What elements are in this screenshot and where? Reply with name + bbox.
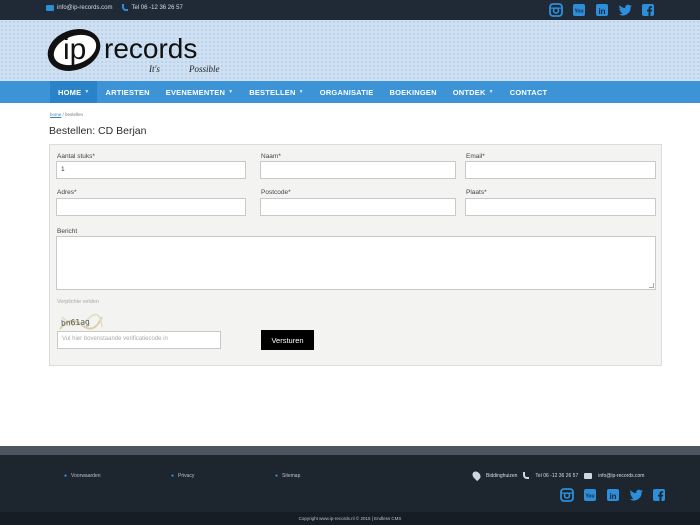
nav-item-label[interactable]: BOEKINGEN: [390, 88, 437, 97]
chevron-down-icon: ▼: [488, 89, 494, 95]
nav-item-boekingen[interactable]: BOEKINGEN: [382, 81, 445, 103]
resize-grip-icon[interactable]: [649, 283, 654, 288]
footer-links: ● Voorwaarden ● Privacy ● Sitemap: [64, 473, 300, 479]
top-bar: info@ip-records.com Tel 06 -12 36 26 57 …: [0, 0, 700, 20]
instagram-icon[interactable]: [548, 2, 564, 18]
svg-text:You: You: [574, 9, 583, 15]
footer-social-links: You in: [559, 487, 667, 503]
email-input[interactable]: [465, 161, 656, 179]
footer-link-label[interactable]: Sitemap: [282, 473, 300, 479]
youtube-icon[interactable]: You: [582, 487, 598, 503]
nav-item-label[interactable]: EVENEMENTEN: [166, 88, 225, 97]
logo-ip-text: ip: [63, 33, 86, 66]
footer-link-label[interactable]: Privacy: [178, 473, 194, 479]
footer-contact: Biddinghuizen Tel 06 -12 36 26 57 info@i…: [470, 469, 644, 482]
nav-item-label[interactable]: ONTDEK: [453, 88, 486, 97]
svg-text:in: in: [598, 7, 605, 16]
site-logo[interactable]: ip records It's Possible: [46, 24, 246, 76]
svg-text:You: You: [585, 494, 594, 500]
top-contact: info@ip-records.com Tel 06 -12 36 26 57: [46, 4, 183, 11]
copyright-bar: Copyright www.ip-records.nl © 2015 | End…: [0, 512, 700, 525]
footer-city: Biddinghuizen: [486, 472, 518, 479]
plaats-input[interactable]: [465, 198, 656, 216]
mail-icon: [46, 4, 54, 11]
bullet-icon: ●: [171, 473, 175, 479]
nav-item-bestellen[interactable]: BESTELLEN ▼: [241, 81, 312, 103]
footer-link-voorwaarden[interactable]: ● Voorwaarden: [64, 473, 171, 479]
instagram-icon[interactable]: [559, 487, 575, 503]
breadcrumb: home / bestellen: [50, 112, 83, 117]
top-phone-text: Tel 06 -12 36 26 57: [131, 4, 183, 11]
top-social-links: You in: [548, 2, 656, 18]
footer-link-privacy[interactable]: ● Privacy: [171, 473, 275, 479]
linkedin-icon[interactable]: in: [605, 487, 621, 503]
captcha-input[interactable]: Vul hier bovenstaande verificatiecode in: [57, 331, 221, 349]
breadcrumb-current: bestellen: [65, 112, 84, 117]
top-phone: Tel 06 -12 36 26 57: [122, 4, 183, 11]
youtube-icon[interactable]: You: [571, 2, 587, 18]
nav-item-label[interactable]: HOME: [58, 88, 81, 97]
chevron-down-icon: ▼: [298, 89, 304, 95]
bullet-icon: ●: [64, 473, 68, 479]
bullet-icon: ●: [275, 473, 279, 479]
bericht-textarea[interactable]: [56, 236, 656, 290]
top-email[interactable]: info@ip-records.com: [46, 4, 112, 11]
captcha-text: bn61ag: [61, 317, 91, 328]
chevron-down-icon: ▼: [84, 89, 90, 95]
aantal-label: Aantal stuks*: [57, 153, 95, 160]
postcode-label: Postcode*: [261, 189, 291, 196]
logo-tagline-a: It's: [148, 64, 160, 74]
twitter-icon[interactable]: [617, 2, 633, 18]
location-pin-icon: [470, 469, 483, 482]
facebook-icon[interactable]: [651, 487, 667, 503]
main-nav-list: HOME ▼ ARTIESTEN EVENEMENTEN ▼ BESTELLEN ▼ ORGA…: [50, 81, 555, 103]
phone-icon: [523, 472, 530, 479]
linkedin-icon[interactable]: in: [594, 2, 610, 18]
required-note: Verplichte velden: [57, 299, 99, 305]
email-label: Email*: [466, 153, 485, 160]
nav-item-evenementen[interactable]: EVENEMENTEN ▼: [158, 81, 241, 103]
twitter-icon[interactable]: [628, 487, 644, 503]
chevron-down-icon: ▼: [228, 89, 234, 95]
plaats-label: Plaats*: [466, 189, 487, 196]
phone-icon: [122, 4, 129, 11]
nav-item-label[interactable]: ARTIESTEN: [105, 88, 149, 97]
site-footer: ● Voorwaarden ● Privacy ● Sitemap Biddinghu…: [0, 446, 700, 512]
order-form: Aantal stuks* 1 Naam* Email* Adres* Post…: [49, 144, 662, 366]
adres-input[interactable]: [56, 198, 246, 216]
mail-icon: [584, 472, 593, 479]
naam-input[interactable]: [260, 161, 456, 179]
naam-label: Naam*: [261, 153, 281, 160]
nav-item-artiesten[interactable]: ARTIESTEN: [97, 81, 157, 103]
breadcrumb-home[interactable]: home: [50, 112, 61, 117]
nav-item-organisatie[interactable]: ORGANISATIE: [312, 81, 382, 103]
postcode-input[interactable]: [260, 198, 456, 216]
footer-link-sitemap[interactable]: ● Sitemap: [275, 473, 300, 479]
footer-link-label[interactable]: Voorwaarden: [71, 473, 100, 479]
logo-tagline-b: Possible: [188, 64, 220, 74]
footer-phone: Tel 06 -12 36 26 57: [535, 472, 579, 479]
submit-button[interactable]: Versturen: [261, 330, 314, 350]
aantal-input[interactable]: 1: [56, 161, 246, 179]
footer-email[interactable]: info@ip-records.com: [598, 473, 644, 479]
svg-text:in: in: [609, 492, 616, 501]
nav-item-label[interactable]: BESTELLEN: [249, 88, 295, 97]
adres-label: Adres*: [57, 189, 77, 196]
nav-item-contact[interactable]: CONTACT: [502, 81, 556, 103]
page-title: Bestellen: CD Berjan: [49, 125, 147, 137]
facebook-icon[interactable]: [640, 2, 656, 18]
site-header: ip records It's Possible: [0, 20, 700, 81]
nav-item-home[interactable]: HOME ▼: [50, 81, 98, 103]
top-email-text[interactable]: info@ip-records.com: [57, 5, 112, 11]
main-nav: HOME ▼ ARTIESTEN EVENEMENTEN ▼ BESTELLEN ▼ ORGA…: [0, 81, 700, 103]
logo-records-text: records: [104, 33, 197, 64]
copyright-text: Copyright www.ip-records.nl © 2015 | End…: [298, 516, 402, 521]
nav-item-ontdek[interactable]: ONTDEK ▼: [445, 81, 502, 103]
captcha-image: bn61ag: [58, 311, 104, 333]
nav-item-label[interactable]: CONTACT: [510, 88, 548, 97]
bericht-label: Bericht: [57, 228, 78, 235]
nav-item-label[interactable]: ORGANISATIE: [320, 88, 374, 97]
